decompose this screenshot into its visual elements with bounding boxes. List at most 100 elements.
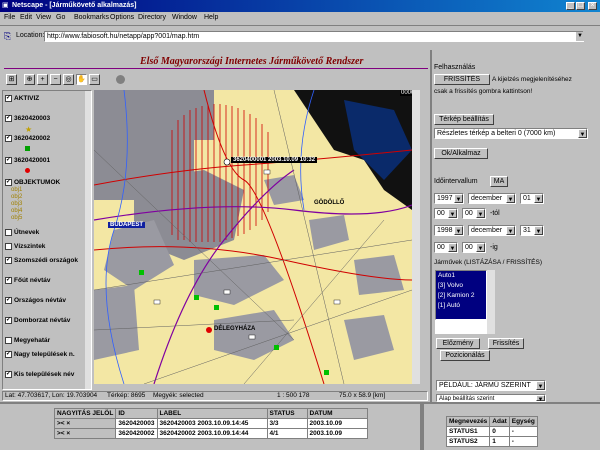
to-year-select[interactable]: 1998 ▼ <box>434 225 464 236</box>
maximize-button[interactable]: □ <box>576 2 585 10</box>
menu-bookmarks[interactable]: Bookmarks <box>74 14 109 21</box>
layer-checkbox[interactable]: ✓ <box>5 256 12 264</box>
vehicle-label[interactable]: 3620400001 2003.10.09 10:32 <box>231 157 318 163</box>
layer-item[interactable]: ✓ 3620420002 <box>5 133 50 143</box>
location-input[interactable]: http://www.fabiosoft.hu/netapp/app?001/m… <box>44 31 584 42</box>
zoom-to-icon[interactable]: >< <box>57 420 65 427</box>
menu-options[interactable]: Options <box>110 14 134 21</box>
default-select[interactable]: Alap beállítás szerint ▼ <box>436 394 546 402</box>
zoom-extent-tool-icon[interactable]: ◎ <box>63 74 74 85</box>
layer-checkbox[interactable] <box>5 242 12 250</box>
layer-item[interactable]: ✓ Domborzat névtáv <box>5 315 70 325</box>
menu-directory[interactable]: Directory <box>138 14 166 21</box>
location-dropdown-icon[interactable]: ▼ <box>576 32 584 41</box>
to-month-select[interactable]: december ▼ <box>468 225 516 236</box>
history-button[interactable]: Előzmény <box>436 338 480 349</box>
chevron-down-icon[interactable]: ▼ <box>536 395 545 401</box>
layer-checkbox[interactable]: ✓ <box>5 370 12 378</box>
filter-select[interactable]: PÉLDÁUL: JÁRMŰ SZERINT ▼ <box>436 380 546 391</box>
chevron-down-icon[interactable]: ▼ <box>534 194 543 203</box>
chevron-down-icon[interactable]: ▼ <box>536 381 545 390</box>
map-scrollbar[interactable] <box>412 90 420 384</box>
layer-item[interactable]: ✓ 3620420001 <box>5 155 50 165</box>
menu-help[interactable]: Help <box>204 14 218 21</box>
layers-tool-icon[interactable]: ⊞ <box>6 74 17 85</box>
chevron-down-icon[interactable]: ▼ <box>448 209 457 218</box>
layer-item[interactable]: ✓ Szomszédi országok <box>5 255 78 265</box>
layer-checkbox[interactable] <box>5 336 12 344</box>
from-day-select[interactable]: 01 ▼ <box>520 193 544 204</box>
info-tool-icon[interactable]: ▭ <box>89 74 100 85</box>
map-settings-button[interactable]: Térkép beállítás <box>434 114 494 125</box>
zoom-in-tool-icon[interactable]: + <box>37 74 48 85</box>
layer-checkbox[interactable]: ✓ <box>5 134 12 142</box>
layer-item[interactable]: ✓ Országos névtáv <box>5 295 66 305</box>
mark-icon[interactable]: × <box>66 430 70 437</box>
map-type-select[interactable]: Részletes térkép a belteri 0 (7000 km) ▼ <box>434 128 588 139</box>
list-item[interactable]: Auto1 <box>436 271 486 281</box>
chevron-down-icon[interactable]: ▼ <box>506 194 515 203</box>
mark-icon[interactable]: × <box>66 420 70 427</box>
table-header[interactable]: DATUM <box>306 408 368 419</box>
layer-item[interactable]: Útnevek <box>5 227 39 237</box>
chevron-down-icon[interactable]: ▼ <box>454 226 463 235</box>
table-header[interactable]: NAGYITÁS JELÖL <box>53 408 117 419</box>
minimize-button[interactable]: _ <box>566 2 575 10</box>
layer-item[interactable]: Vízszintek <box>5 241 45 251</box>
table-row[interactable]: >< × 3620420003 3620420003 2003.10.09.14… <box>53 418 368 429</box>
table-header[interactable]: STATUS <box>266 408 308 419</box>
menu-view[interactable]: View <box>36 14 51 21</box>
layer-panel-scrollbar[interactable] <box>85 91 91 389</box>
layer-item[interactable]: ✓ Kis települések név <box>5 369 74 379</box>
layer-item[interactable]: ✓ AKTIVIZ <box>5 93 39 103</box>
position-button[interactable]: Pozicionálás <box>440 350 490 361</box>
layer-item[interactable]: ✓ Főút névtáv <box>5 275 50 285</box>
layer-checkbox[interactable]: ✓ <box>5 94 12 102</box>
list-item[interactable]: [3] Volvo <box>436 281 486 291</box>
refresh-button[interactable]: FRISSÍTÉS <box>434 74 490 85</box>
chevron-down-icon[interactable]: ▼ <box>578 129 587 138</box>
layer-checkbox[interactable]: ✓ <box>5 276 12 284</box>
menu-edit[interactable]: Edit <box>20 14 32 21</box>
layer-checkbox[interactable]: ✓ <box>5 296 12 304</box>
vehicle-list[interactable]: Auto1 [3] Volvo [2] Kamion 2 [1] Autó <box>435 270 487 320</box>
chevron-down-icon[interactable]: ▼ <box>506 226 515 235</box>
layer-checkbox[interactable] <box>5 228 12 236</box>
chevron-down-icon[interactable]: ▼ <box>448 243 457 252</box>
from-hour-select[interactable]: 00 ▼ <box>434 208 458 219</box>
menu-go[interactable]: Go <box>56 14 65 21</box>
chevron-down-icon[interactable]: ▼ <box>476 209 485 218</box>
from-year-select[interactable]: 1997 ▼ <box>434 193 464 204</box>
chevron-down-icon[interactable]: ▼ <box>454 194 463 203</box>
today-button[interactable]: MA <box>490 176 508 187</box>
menu-window[interactable]: Window <box>172 14 197 21</box>
to-minute-select[interactable]: 00 ▼ <box>462 242 486 253</box>
layer-checkbox[interactable]: ✓ <box>5 316 12 324</box>
to-hour-select[interactable]: 00 ▼ <box>434 242 458 253</box>
zoom-to-icon[interactable]: >< <box>57 430 65 437</box>
map-canvas[interactable]: 3620400001 2003.10.09 10:32 0006 GÖDÖLLŐ… <box>94 90 412 384</box>
vehicle-list-scrollbar[interactable] <box>487 270 495 334</box>
chevron-down-icon[interactable]: ▼ <box>534 226 543 235</box>
layer-item[interactable]: Megyehatár <box>5 335 50 345</box>
layer-checkbox[interactable]: ✓ <box>5 178 12 186</box>
bookmark-icon[interactable]: ⎘ <box>4 31 11 42</box>
refresh-vehicles-button[interactable]: Frissítés <box>488 338 524 349</box>
layer-item[interactable]: ✓ Nagy települések n. <box>5 349 75 359</box>
list-item[interactable]: [1] Autó <box>436 301 486 311</box>
zoom-out-tool-icon[interactable]: − <box>50 74 61 85</box>
layer-checkbox[interactable]: ✓ <box>5 114 12 122</box>
pan-tool-icon[interactable]: ✋ <box>76 74 87 85</box>
table-header[interactable]: ID <box>115 408 158 419</box>
chevron-down-icon[interactable]: ▼ <box>476 243 485 252</box>
table-header[interactable]: LABEL <box>156 408 268 419</box>
layer-item[interactable]: ✓ OBJEKTUMOK <box>5 177 60 187</box>
apply-button[interactable]: Ok/Alkalmaz <box>434 148 488 159</box>
close-button[interactable]: × <box>588 2 597 10</box>
to-day-select[interactable]: 31 ▼ <box>520 225 544 236</box>
menu-file[interactable]: File <box>4 14 15 21</box>
layer-checkbox[interactable]: ✓ <box>5 156 12 164</box>
layer-item[interactable]: ✓ 3620420003 <box>5 113 50 123</box>
list-item[interactable]: [2] Kamion 2 <box>436 291 486 301</box>
zoom-box-tool-icon[interactable]: ⊕ <box>24 74 35 85</box>
